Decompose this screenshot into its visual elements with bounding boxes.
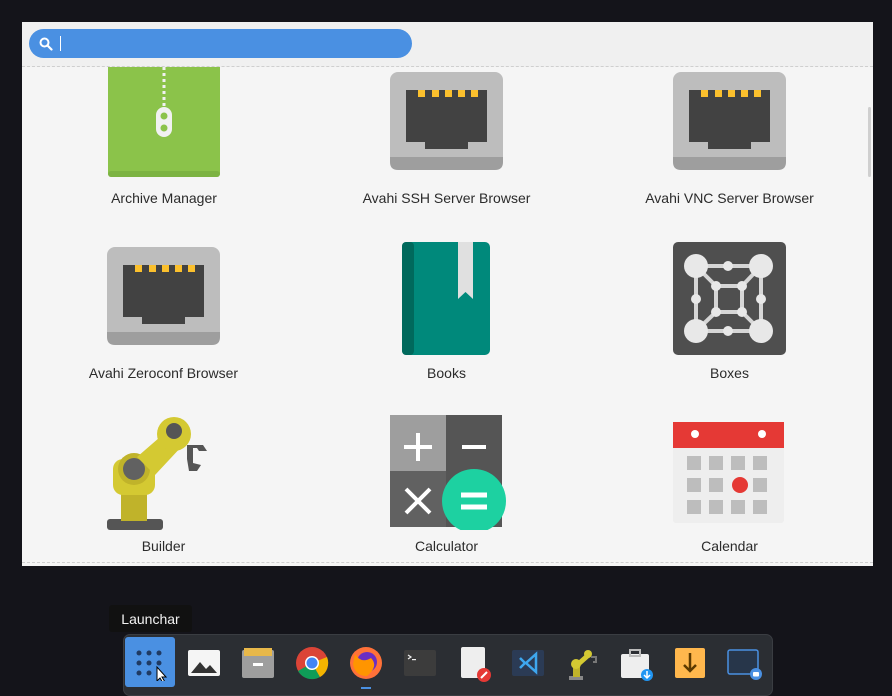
dock-text-editor[interactable] <box>449 637 499 687</box>
network-port-icon <box>673 72 786 170</box>
dock-tooltip: Launchar <box>109 605 192 632</box>
dock-software-installer[interactable] <box>611 637 661 687</box>
chrome-icon <box>296 647 329 680</box>
dock-screenshot[interactable] <box>719 637 769 687</box>
terminal-icon <box>404 650 436 676</box>
search-icon <box>39 37 53 51</box>
search-input[interactable] <box>63 33 393 54</box>
dock-firefox[interactable] <box>341 637 391 689</box>
app-grid-icon <box>136 650 168 681</box>
download-icon <box>675 648 705 678</box>
dock-downloads[interactable] <box>665 637 715 687</box>
screenshot-icon <box>727 649 762 680</box>
image-viewer-icon <box>188 650 220 676</box>
app-label: Avahi VNC Server Browser <box>645 190 814 206</box>
search-field[interactable] <box>29 29 412 58</box>
dock-launcher[interactable] <box>125 637 175 687</box>
search-bar <box>22 22 873 67</box>
robot-arm-icon <box>107 417 207 530</box>
scrollbar[interactable] <box>868 107 871 177</box>
boxes-icon <box>673 242 786 355</box>
app-label: Calendar <box>701 538 758 554</box>
app-books[interactable]: Books <box>390 242 503 382</box>
text-editor-icon <box>461 647 491 682</box>
app-label: Calculator <box>414 538 479 554</box>
app-calculator[interactable]: Calculator <box>390 415 506 555</box>
app-boxes[interactable]: Boxes <box>673 242 786 382</box>
launcher-bottom-edge <box>22 562 873 566</box>
dock-terminal[interactable] <box>395 637 445 687</box>
dock-vscode[interactable] <box>503 637 553 687</box>
app-label: Builder <box>141 538 186 554</box>
app-label: Boxes <box>710 365 749 381</box>
builder-icon <box>569 650 597 680</box>
app-avahi-zeroconf[interactable]: Avahi Zeroconf Browser <box>89 242 238 382</box>
app-launcher: Archive Manager Avahi SSH Server Browser <box>22 22 873 566</box>
dock-archive[interactable] <box>233 637 283 687</box>
tooltip-text: Launchar <box>121 611 180 627</box>
dock-chrome[interactable] <box>287 637 337 687</box>
app-avahi-vnc[interactable]: Avahi VNC Server Browser <box>645 67 814 207</box>
dock-image-viewer[interactable] <box>179 637 229 687</box>
archive-manager-icon <box>108 67 220 177</box>
archive-icon <box>242 648 274 678</box>
book-icon <box>402 242 490 355</box>
app-builder[interactable]: Builder <box>107 415 220 555</box>
app-archive-manager[interactable]: Archive Manager <box>108 67 220 207</box>
app-label: Avahi SSH Server Browser <box>362 190 531 206</box>
network-port-icon <box>390 72 503 170</box>
firefox-icon <box>350 647 382 679</box>
text-cursor <box>60 36 61 51</box>
calendar-icon <box>673 422 784 523</box>
app-label: Archive Manager <box>111 190 217 206</box>
app-calendar[interactable]: Calendar <box>673 415 786 555</box>
running-indicator <box>361 687 371 689</box>
network-port-icon <box>107 247 220 345</box>
software-installer-icon <box>621 649 653 681</box>
app-label: Books <box>427 365 466 381</box>
app-grid: Archive Manager Avahi SSH Server Browser <box>22 67 873 563</box>
calculator-icon <box>390 415 506 530</box>
app-label: Avahi Zeroconf Browser <box>88 365 239 381</box>
dock-builder[interactable] <box>557 637 607 687</box>
vscode-icon <box>512 650 544 676</box>
app-avahi-ssh[interactable]: Avahi SSH Server Browser <box>363 67 530 207</box>
